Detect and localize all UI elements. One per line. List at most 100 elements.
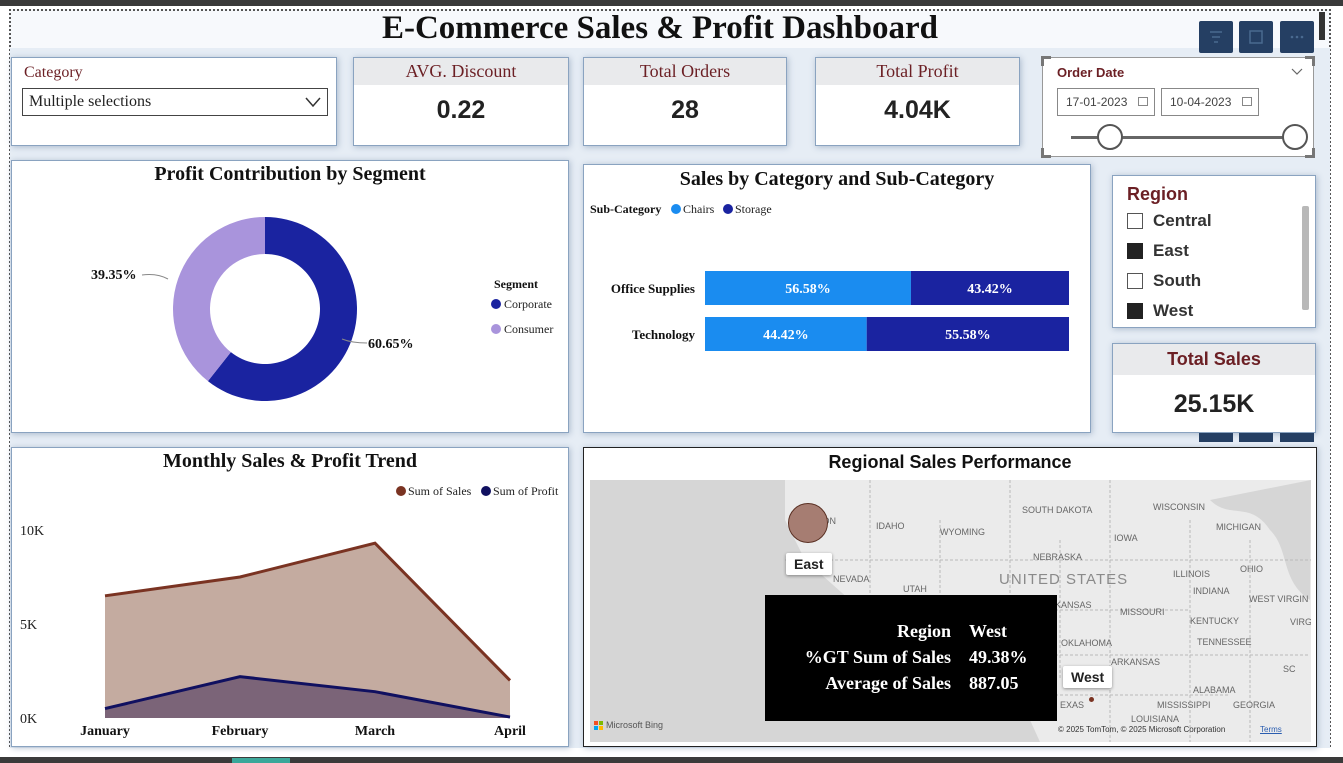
end-date-input[interactable]: 10-04-2023	[1161, 88, 1259, 116]
legend-label: Corporate	[504, 297, 552, 311]
east-bubble-marker[interactable]	[788, 503, 828, 543]
map-terms-link[interactable]: Terms	[1260, 725, 1282, 734]
legend-marker	[491, 324, 501, 334]
legend-title: Segment	[494, 277, 538, 291]
map-state-label: IDAHO	[876, 521, 905, 531]
map-state-label: SC	[1283, 664, 1296, 674]
kpi-label: Total Sales	[1113, 344, 1315, 375]
map-state-label: MICHIGAN	[1216, 522, 1261, 532]
trend-area-visual: Monthly Sales & Profit Trend Sum of Sale…	[11, 447, 569, 747]
west-bubble-marker[interactable]	[1089, 697, 1094, 702]
tooltip-key: Average of Sales	[825, 673, 951, 693]
map-state-label: OHIO	[1240, 564, 1263, 574]
map-state-label: MISSISSIPPI	[1157, 700, 1211, 710]
category-dropdown[interactable]: Multiple selections	[22, 88, 328, 116]
legend-marker	[481, 486, 491, 496]
map-state-label: OKLAHOMA	[1061, 638, 1112, 648]
bing-label: Microsoft Bing	[606, 720, 664, 730]
selection-corner	[1041, 56, 1051, 66]
map-label-east[interactable]: East	[786, 553, 832, 575]
legend-marker	[723, 204, 733, 214]
focus-icon[interactable]	[1239, 21, 1273, 53]
more-icon[interactable]	[1280, 21, 1314, 53]
region-slicer: Region Central East South West	[1112, 175, 1316, 328]
label-leader-line	[141, 274, 169, 280]
region-item-label: Central	[1153, 211, 1212, 230]
canvas-scrollbar[interactable]	[1319, 12, 1325, 40]
tooltip-row: %GT Sum of Sales 49.38%	[765, 647, 1057, 671]
tooltip-key: %GT Sum of Sales	[804, 647, 951, 667]
map-state-label: VIRG	[1290, 617, 1311, 627]
category-bar-visual: Sales by Category and Sub-Category Sub-C…	[583, 164, 1091, 433]
header-button-shadow	[1239, 433, 1273, 442]
map-state-label: UTAH	[903, 584, 927, 594]
map-label-west[interactable]: West	[1063, 666, 1113, 688]
calendar-icon[interactable]	[1138, 97, 1148, 106]
region-item-east[interactable]: East	[1127, 240, 1189, 262]
region-item-west[interactable]: West	[1127, 300, 1193, 322]
date-range-start-handle[interactable]	[1097, 124, 1123, 150]
checkbox[interactable]	[1127, 303, 1143, 319]
microsoft-logo-icon	[594, 720, 603, 730]
region-scrollbar[interactable]	[1302, 206, 1309, 310]
y-tick-label: 0K	[20, 712, 37, 727]
map-state-label: TENNESSEE	[1197, 637, 1252, 647]
checkbox[interactable]	[1127, 243, 1143, 259]
map-state-label: LOUISIANA	[1131, 714, 1179, 724]
map-state-label: ILLINOIS	[1173, 569, 1210, 579]
map-state-label: WISCONSIN	[1153, 502, 1205, 512]
donut-chart: 60.65% 39.35% Segment Corporate Consumer	[91, 217, 553, 401]
calendar-icon[interactable]	[1242, 97, 1252, 106]
region-slicer-title: Region	[1127, 184, 1188, 204]
map-state-label: NEBRASKA	[1033, 552, 1082, 562]
kpi-label: Total Orders	[584, 58, 786, 85]
region-item-south[interactable]: South	[1127, 270, 1201, 292]
map-state-label: WYOMING	[940, 527, 985, 537]
tooltip-row: Average of Sales 887.05	[765, 673, 1057, 697]
map-state-label: NEVADA	[833, 574, 869, 584]
region-item-label: West	[1153, 301, 1194, 320]
kpi-label: AVG. Discount	[354, 58, 568, 85]
map-state-label: ARKANSAS	[1111, 657, 1160, 667]
category-slicer: Category Multiple selections	[11, 57, 337, 146]
selection-corner	[1305, 148, 1315, 158]
map-state-label: EXAS	[1060, 700, 1084, 710]
x-tick-label: April	[494, 724, 526, 739]
y-tick-label: 5K	[20, 618, 37, 633]
region-item-central[interactable]: Central	[1127, 210, 1212, 232]
window-top-bar	[0, 0, 1343, 6]
chevron-down-icon	[305, 97, 321, 108]
donut-value-label: 39.35%	[91, 268, 137, 283]
x-tick-label: January	[80, 724, 130, 739]
x-tick-label: February	[212, 724, 269, 739]
map-state-label: IOWA	[1114, 533, 1138, 543]
category-dropdown-value: Multiple selections	[29, 93, 152, 110]
checkbox[interactable]	[1127, 213, 1143, 229]
page-tab-indicator[interactable]	[232, 758, 290, 763]
region-item-label: East	[1153, 241, 1189, 260]
x-tick-label: March	[355, 724, 395, 739]
area-chart: Sum of Sales Sum of Profit 10K 5K 0K January F…	[20, 484, 559, 739]
order-date-label: Order Date	[1057, 65, 1125, 80]
chevron-down-icon[interactable]	[1291, 68, 1303, 76]
map-state-label: MISSOURI	[1120, 607, 1165, 617]
map-tooltip: Region West %GT Sum of Sales 49.38% Averag…	[765, 595, 1057, 721]
tooltip-row: Region West	[765, 621, 1057, 645]
tooltip-value: 49.38%	[969, 647, 1028, 667]
selection-corner	[1305, 56, 1315, 66]
map-state-label: KANSAS	[1055, 600, 1092, 610]
header-button-shadow	[1280, 433, 1314, 442]
category-slicer-label: Category	[24, 64, 83, 81]
start-date-input[interactable]: 17-01-2023	[1057, 88, 1155, 116]
filter-icon[interactable]	[1199, 21, 1233, 53]
y-tick-label: 10K	[20, 524, 44, 539]
tooltip-value: 887.05	[969, 673, 1019, 693]
kpi-total-sales: Total Sales 25.15K	[1112, 343, 1316, 433]
dashboard-title: E-Commerce Sales & Profit Dashboard	[381, 10, 939, 46]
header-button-shadow	[1199, 433, 1233, 442]
date-range-end-handle[interactable]	[1282, 124, 1308, 150]
kpi-value: 28	[671, 96, 699, 124]
map-state-label: WEST VIRGIN	[1249, 594, 1308, 604]
kpi-total-profit: Total Profit 4.04K	[815, 57, 1020, 146]
checkbox[interactable]	[1127, 273, 1143, 289]
